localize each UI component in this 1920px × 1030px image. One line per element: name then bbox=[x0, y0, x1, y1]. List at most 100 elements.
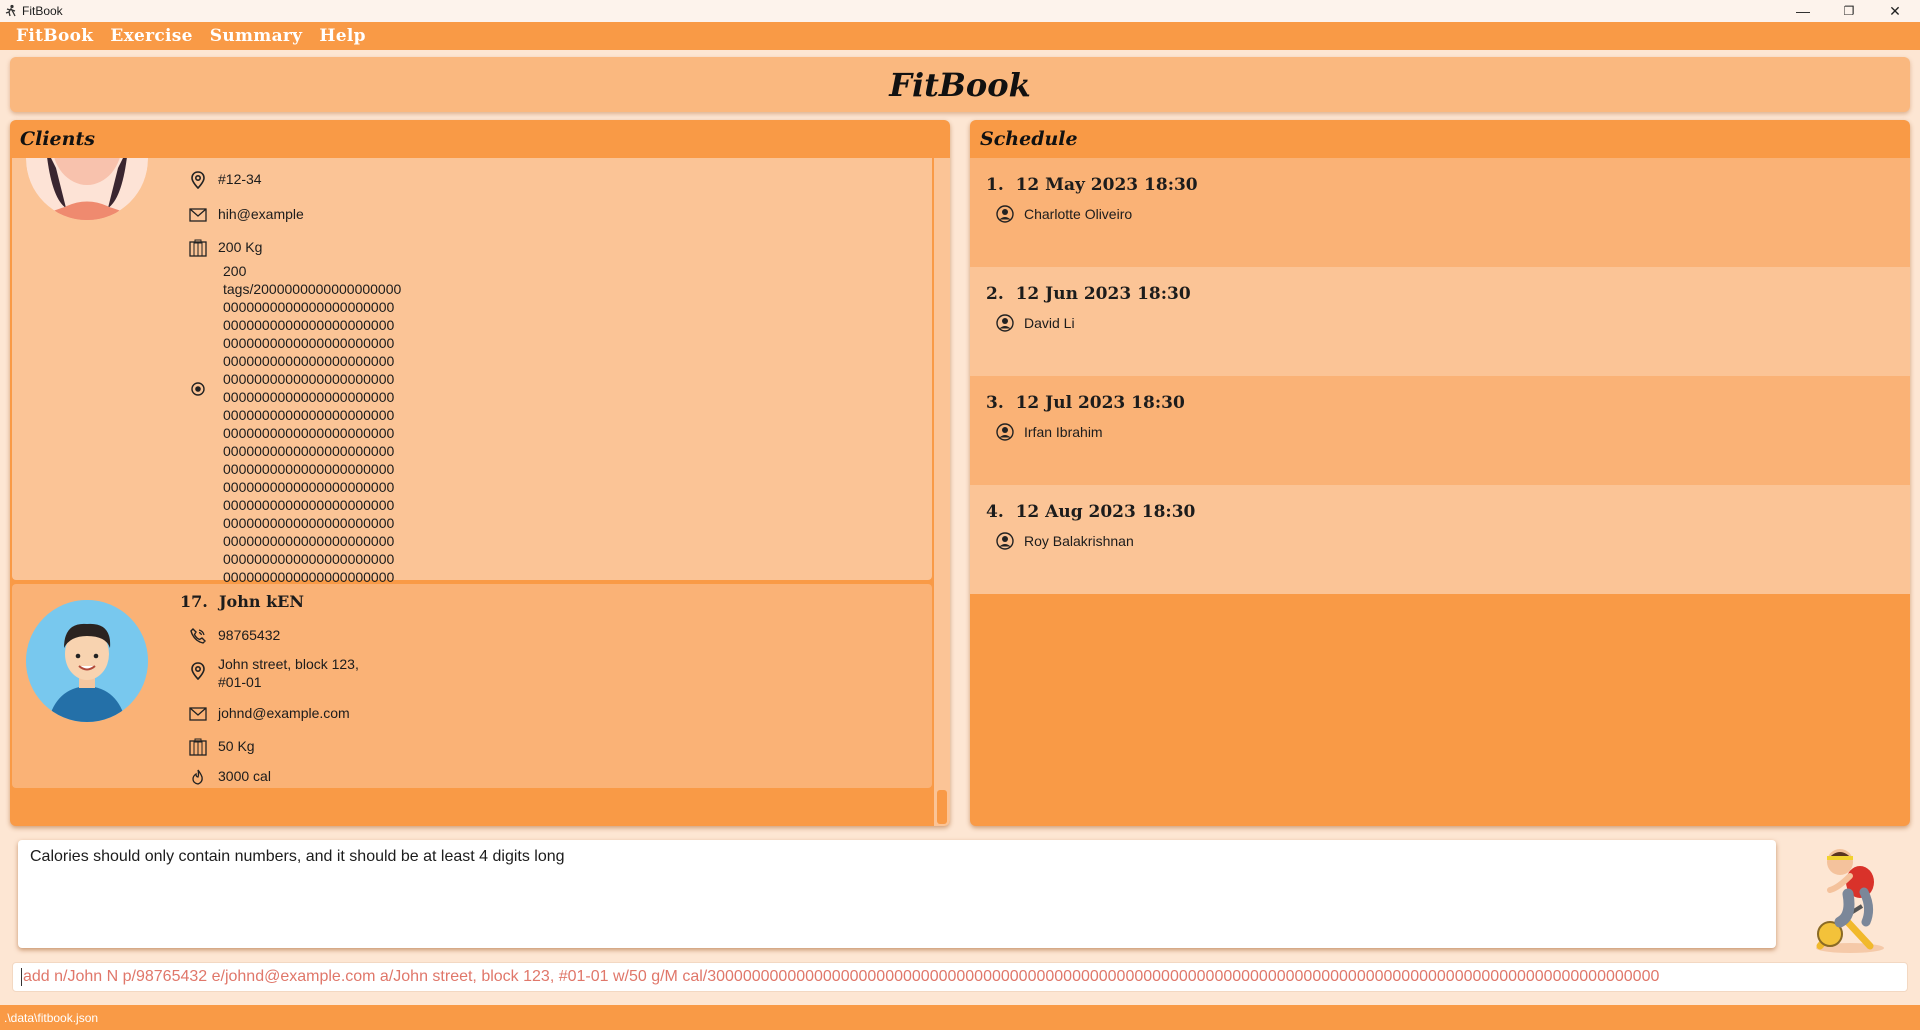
client-goal-line: tags/2000000000000000000 bbox=[223, 281, 402, 297]
menu-exercise[interactable]: Exercise bbox=[110, 26, 192, 46]
user-icon bbox=[996, 423, 1014, 441]
app-title: FitBook bbox=[889, 65, 1031, 104]
scrollbar-thumb[interactable] bbox=[937, 790, 947, 824]
female-avatar-icon bbox=[26, 158, 148, 220]
client-goal-text: 200 tags/2000000000000000000 0000000000000… bbox=[223, 262, 401, 604]
schedule-item[interactable]: 4. 12 Aug 2023 18:30 Roy Balakrishnan bbox=[970, 485, 1910, 594]
schedule-item[interactable]: 3. 12 Jul 2023 18:30 Irfan Ibrahim bbox=[970, 376, 1910, 485]
client-goal-line: 0000000000000000000000 bbox=[223, 479, 395, 495]
command-text: add n/John N p/98765432 e/johnd@example.… bbox=[23, 968, 1660, 985]
client-name: John kEN bbox=[218, 592, 304, 611]
client-goal-line: 0000000000000000000000 bbox=[223, 335, 395, 351]
location-pin-icon bbox=[188, 170, 208, 190]
client-goal-line: 0000000000000000000000 bbox=[223, 425, 395, 441]
client-goal-line: 0000000000000000000000 bbox=[223, 551, 395, 567]
client-goal-line: 0000000000000000000000 bbox=[223, 353, 395, 369]
schedule-client: David Li bbox=[1024, 315, 1075, 331]
schedule-index: 1. bbox=[986, 175, 1004, 195]
schedule-client: Charlotte Oliveiro bbox=[1024, 206, 1133, 222]
result-display[interactable]: Calories should only contain numbers, an… bbox=[18, 840, 1776, 948]
clients-panel: Clients #12-34 hih@example 200 Kg 200 ta… bbox=[10, 120, 950, 826]
schedule-item[interactable]: 2. 12 Jun 2023 18:30 David Li bbox=[970, 267, 1910, 376]
client-weight-field-17: 50 Kg bbox=[188, 737, 255, 757]
client-calories-field-17: 3000 cal bbox=[188, 767, 271, 787]
client-goal-line: 0000000000000000000000 bbox=[223, 371, 395, 387]
result-text: Calories should only contain numbers, an… bbox=[30, 848, 565, 865]
restore-icon: ❐ bbox=[1843, 4, 1855, 18]
client-weight: 200 Kg bbox=[218, 239, 263, 255]
client-weight-field: 200 Kg bbox=[188, 238, 262, 258]
client-goal-line: 0000000000000000000000 bbox=[223, 497, 395, 513]
client-goal-line: 0000000000000000000000 bbox=[223, 443, 395, 459]
user-icon bbox=[996, 532, 1014, 550]
client-goal-line: 0000000000000000000000 bbox=[223, 317, 395, 333]
schedule-list[interactable]: 1. 12 May 2023 18:30 Charlotte Oliveiro … bbox=[970, 158, 1910, 594]
schedule-datetime: 12 Aug 2023 18:30 bbox=[1015, 502, 1196, 522]
client-avatar-17 bbox=[26, 600, 148, 722]
runner-app-icon bbox=[5, 4, 16, 17]
client-weight-17: 50 Kg bbox=[218, 738, 255, 754]
text-caret bbox=[21, 968, 22, 986]
client-goal-line: 200 bbox=[223, 263, 247, 279]
client-address: #12-34 bbox=[218, 171, 262, 187]
app-header: FitBook bbox=[10, 57, 1910, 112]
cyclist-mascot-icon bbox=[1816, 849, 1884, 953]
client-goal-line: 0000000000000000000000 bbox=[223, 299, 395, 315]
schedule-client: Roy Balakrishnan bbox=[1024, 533, 1134, 549]
schedule-panel: Schedule 1. 12 May 2023 18:30 Charlotte … bbox=[970, 120, 1910, 826]
weight-scale-icon bbox=[188, 737, 208, 757]
client-list-scrollbar[interactable] bbox=[934, 158, 950, 826]
window-titlebar: FitBook bbox=[0, 0, 1920, 22]
client-address-field-17: John street, block 123, #01-01 bbox=[188, 655, 359, 691]
client-calories-17: 3000 cal bbox=[218, 768, 271, 784]
menu-summary[interactable]: Summary bbox=[210, 26, 303, 46]
menu-bar: FitBook Exercise Summary Help bbox=[0, 22, 1920, 50]
client-card-17[interactable]: 17. John kEN 98765432 John street, block… bbox=[12, 584, 932, 788]
client-goal-line: 0000000000000000000000 bbox=[223, 407, 395, 423]
schedule-index: 2. bbox=[986, 284, 1004, 304]
client-address-line2: #01-01 bbox=[218, 674, 262, 690]
client-phone-field: 98765432 bbox=[188, 626, 280, 646]
schedule-client: Irfan Ibrahim bbox=[1024, 424, 1103, 440]
client-name-17: 17. John kEN bbox=[180, 592, 304, 611]
restore-button[interactable]: ❐ bbox=[1826, 0, 1872, 22]
client-email-17: johnd@example.com bbox=[218, 705, 350, 721]
client-goal-line: 0000000000000000000000 bbox=[223, 533, 395, 549]
client-card[interactable]: #12-34 hih@example 200 Kg 200 tags/200000… bbox=[12, 158, 932, 603]
minimize-icon: — bbox=[1796, 3, 1810, 19]
client-goal-line: 0000000000000000000000 bbox=[223, 389, 395, 405]
minimize-button[interactable]: — bbox=[1780, 0, 1826, 22]
client-list[interactable]: #12-34 hih@example 200 Kg 200 tags/200000… bbox=[10, 158, 932, 826]
schedule-index: 4. bbox=[986, 502, 1004, 522]
schedule-datetime: 12 Jul 2023 18:30 bbox=[1015, 393, 1185, 413]
flame-icon bbox=[188, 767, 208, 787]
target-icon bbox=[191, 382, 205, 396]
window-title: FitBook bbox=[22, 4, 63, 18]
client-address-line1: John street, block 123, bbox=[218, 656, 359, 672]
client-email-field: hih@example bbox=[188, 205, 304, 225]
phone-icon bbox=[188, 626, 208, 646]
client-index: 17. bbox=[180, 592, 208, 611]
client-email-field-17: johnd@example.com bbox=[188, 704, 350, 724]
schedule-index: 3. bbox=[986, 393, 1004, 413]
schedule-item[interactable]: 1. 12 May 2023 18:30 Charlotte Oliveiro bbox=[970, 158, 1910, 267]
menu-fitbook[interactable]: FitBook bbox=[16, 26, 93, 46]
envelope-icon bbox=[188, 704, 208, 724]
client-avatar bbox=[26, 158, 148, 220]
close-icon: ✕ bbox=[1889, 2, 1901, 19]
data-file-path: .\data\fitbook.json bbox=[4, 1010, 99, 1025]
location-pin-icon bbox=[188, 661, 208, 681]
command-input[interactable]: add n/John N p/98765432 e/johnd@example.… bbox=[12, 962, 1908, 992]
client-phone: 98765432 bbox=[218, 627, 281, 643]
menu-help[interactable]: Help bbox=[319, 26, 365, 46]
male-avatar-icon bbox=[26, 600, 148, 722]
close-button[interactable]: ✕ bbox=[1872, 0, 1918, 22]
schedule-panel-title: Schedule bbox=[980, 128, 1078, 150]
user-icon bbox=[996, 205, 1014, 223]
schedule-datetime: 12 May 2023 18:30 bbox=[1015, 175, 1198, 195]
target-radio[interactable] bbox=[190, 381, 206, 402]
status-bar: .\data\fitbook.json bbox=[0, 1005, 1920, 1030]
clients-panel-title: Clients bbox=[20, 128, 95, 150]
weight-scale-icon bbox=[188, 238, 208, 258]
client-email: hih@example bbox=[218, 206, 304, 222]
